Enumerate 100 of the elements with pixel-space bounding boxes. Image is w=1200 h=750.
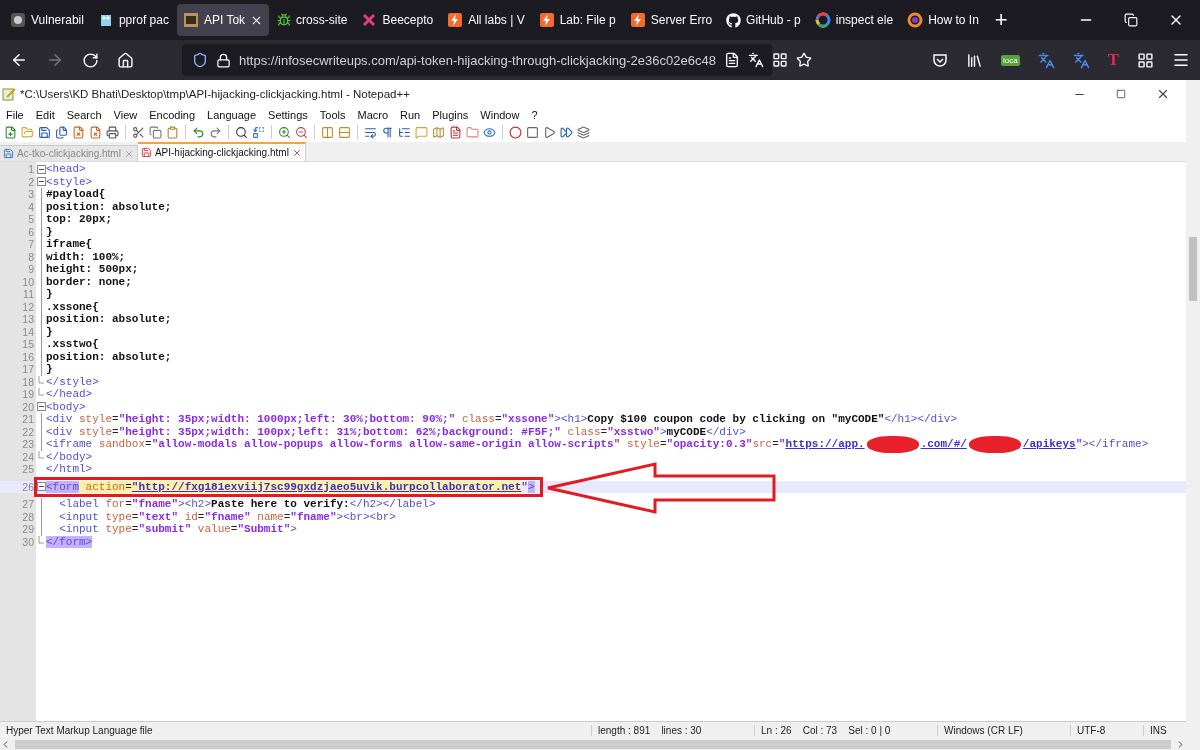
home-icon[interactable]	[117, 51, 134, 69]
close-file-icon[interactable]	[72, 125, 85, 139]
code-text: /apikeys"></iframe>	[1022, 438, 1149, 451]
menu-item[interactable]: Language	[207, 109, 257, 121]
maximize-icon[interactable]	[1116, 89, 1126, 99]
browser-tab[interactable]: How to In	[901, 4, 985, 36]
save-icon[interactable]	[38, 125, 51, 139]
play-icon[interactable]	[543, 125, 556, 139]
line-number: 5	[27, 213, 35, 226]
restore-icon[interactable]	[1124, 13, 1138, 27]
pilcrow-icon[interactable]	[381, 125, 394, 139]
close-all-icon[interactable]	[89, 125, 102, 139]
document-tab[interactable]: API-hijacking-clickjacking.html	[137, 142, 306, 161]
grid-icon[interactable]	[771, 52, 788, 68]
lightning-icon	[447, 12, 464, 28]
line-number: 30	[21, 535, 35, 548]
search-icon[interactable]	[235, 125, 248, 139]
fold-toggle-icon[interactable]	[36, 177, 46, 187]
close-icon[interactable]	[1156, 87, 1170, 101]
layers-icon[interactable]	[577, 125, 590, 139]
menu-item[interactable]: Encoding	[149, 109, 196, 121]
browser-tab[interactable]: Server Erro	[623, 4, 719, 36]
browser-tab[interactable]: cross-site	[271, 4, 354, 36]
code-line: }	[46, 225, 53, 238]
menu-item[interactable]: Plugins	[432, 109, 469, 121]
browser-tab[interactable]: Vulnerabil	[4, 4, 90, 36]
reload-icon[interactable]	[82, 51, 99, 69]
browser-tab[interactable]: pprof pac	[91, 4, 175, 36]
redo-icon[interactable]	[209, 125, 222, 139]
code-text: <iframe sandbox="allow-modals allow-popups allow-forms allow-same-origin allow-scripts" style="opacity:0.3"src="https://app.	[46, 438, 865, 451]
shield-icon[interactable]	[192, 52, 208, 68]
stop-icon[interactable]	[526, 125, 539, 139]
cat-silhouette-icon	[726, 12, 742, 28]
browser-tab[interactable]: Lab: File p	[532, 4, 622, 36]
code-line: position: absolute;	[46, 350, 172, 363]
menu-item[interactable]: View	[113, 109, 138, 121]
columns-icon[interactable]	[321, 125, 334, 139]
browser-tab[interactable]: inspect ele	[808, 4, 900, 36]
line-number: 20	[21, 400, 35, 413]
fold-toggle-icon[interactable]	[36, 482, 46, 492]
fast-forward-icon[interactable]	[560, 125, 573, 139]
line-number: 15	[21, 338, 35, 351]
code-line: .xssone{	[46, 300, 99, 313]
line-number: 12	[21, 300, 35, 313]
fold-toggle-icon[interactable]	[36, 402, 46, 412]
printer-icon[interactable]	[106, 125, 119, 139]
forward-icon[interactable]	[46, 51, 64, 69]
wrap-icon[interactable]	[364, 125, 377, 139]
browser-tab[interactable]: Beecepto	[355, 4, 440, 36]
copy-icon[interactable]	[149, 125, 162, 139]
zoom-in-icon[interactable]	[278, 125, 291, 139]
menu-item[interactable]: File	[6, 109, 24, 121]
document-icon[interactable]	[449, 125, 462, 139]
clipboard-icon[interactable]	[166, 125, 179, 139]
browser-tab[interactable]: API Tok	[176, 4, 270, 36]
menu-icon[interactable]	[1172, 51, 1190, 69]
menu-item[interactable]: Settings	[268, 109, 308, 121]
save-icon	[3, 148, 14, 159]
menu-item[interactable]: Tools	[319, 109, 346, 121]
status-field: Windows (CR LF)	[937, 724, 1070, 736]
replace-icon[interactable]	[252, 125, 265, 139]
line-number: 17	[21, 363, 35, 376]
folder-icon[interactable]	[466, 125, 479, 139]
pocket-icon[interactable]	[931, 52, 948, 68]
line-number: 29	[21, 523, 35, 536]
browser-tab[interactable]: All labs | V	[441, 4, 531, 36]
menu-item[interactable]: ?	[531, 109, 538, 121]
menu-item[interactable]: Run	[400, 109, 421, 121]
reader-icon[interactable]	[723, 52, 740, 68]
fold-toggle-icon[interactable]	[36, 164, 46, 174]
new-tab-button[interactable]: +	[994, 7, 1008, 33]
indent-guide-icon[interactable]	[398, 125, 411, 139]
line-number: 6	[27, 225, 35, 238]
eye-icon[interactable]	[483, 125, 496, 139]
zoom-out-icon[interactable]	[295, 125, 308, 139]
code-line: <form action="http://fxg181exviij7sc99gxdzjaeo5uvik.burpcollaborator.net">	[46, 480, 535, 493]
line-number: 9	[27, 263, 35, 276]
new-file-icon[interactable]	[4, 125, 17, 139]
code-text: .com/#/	[920, 438, 967, 451]
back-icon[interactable]	[10, 51, 28, 69]
extensions-icon[interactable]	[1137, 51, 1154, 69]
translate-icon[interactable]	[747, 52, 764, 68]
library-icon[interactable]	[965, 51, 983, 69]
browser-tab[interactable]: GitHub - p	[720, 4, 807, 36]
map-icon[interactable]	[432, 125, 445, 139]
menu-item[interactable]: Search	[66, 109, 102, 121]
menu-item[interactable]: Window	[480, 109, 520, 121]
code-line: height: 500px;	[46, 263, 139, 276]
menu-item[interactable]: Edit	[35, 109, 55, 121]
save-all-icon[interactable]	[55, 125, 68, 139]
code-line: <body>	[46, 400, 86, 413]
lightning-icon	[538, 12, 555, 28]
code-line: }	[46, 325, 53, 338]
record-icon[interactable]	[509, 125, 522, 139]
code-line: border: none;	[46, 275, 132, 288]
rows-icon[interactable]	[338, 125, 351, 139]
star-icon[interactable]	[795, 52, 812, 68]
menu-item[interactable]: Macro	[357, 109, 389, 121]
scissors-icon[interactable]	[132, 125, 145, 139]
undo-icon[interactable]	[192, 125, 205, 139]
